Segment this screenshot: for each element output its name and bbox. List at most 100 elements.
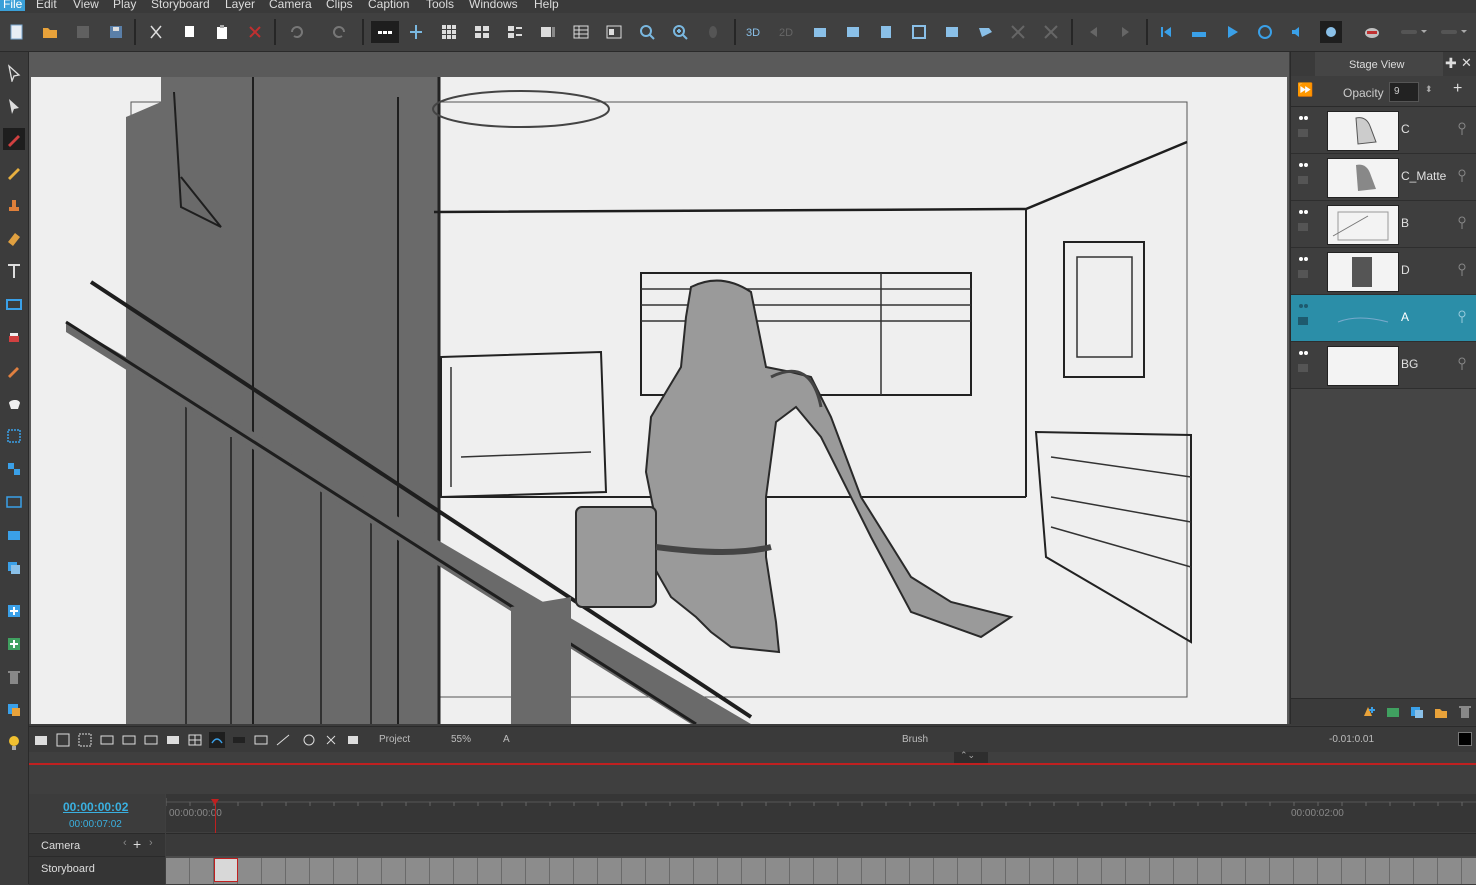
add-panel-after-icon[interactable] (3, 633, 25, 655)
layer-visibility-icon[interactable] (1297, 113, 1309, 147)
brush-size-icon[interactable] (1361, 21, 1383, 43)
layer-transform-icon[interactable] (3, 458, 25, 480)
current-timecode[interactable]: 00:00:00:02 (63, 800, 128, 814)
lock-icon[interactable] (1457, 122, 1467, 136)
zoom-level[interactable]: 55% (451, 734, 471, 745)
previous-frame-icon[interactable] (1188, 21, 1210, 43)
hand-tool-icon[interactable] (3, 392, 25, 414)
flip-vertical-icon[interactable] (1040, 21, 1062, 43)
menu-help[interactable]: Help (534, 0, 559, 11)
stamp-tool-icon[interactable] (3, 194, 25, 216)
menu-storyboard[interactable]: Storyboard (151, 0, 210, 11)
next-panel-icon[interactable] (1115, 21, 1137, 43)
reset-pan-icon[interactable] (99, 732, 115, 748)
collapse-panel-icon[interactable]: ⏩ (1297, 82, 1313, 98)
stage-canvas[interactable] (31, 77, 1287, 724)
dropper-tool-icon[interactable] (3, 359, 25, 381)
safe-area-icon[interactable] (143, 732, 159, 748)
layer-row[interactable]: A (1291, 295, 1476, 342)
lock-icon[interactable] (1457, 357, 1467, 371)
layer-row[interactable]: BG (1291, 342, 1476, 389)
trash-icon[interactable] (3, 666, 25, 688)
layer-row[interactable]: C (1291, 107, 1476, 154)
selected-panel-clip[interactable] (214, 858, 238, 882)
timeline-ruler[interactable]: 00:00:00:00 00:00:02:00 (166, 794, 1476, 832)
flip-view-icon[interactable] (323, 732, 339, 748)
add-layer-icon[interactable]: + (1453, 80, 1462, 98)
camera-keyframe-icon[interactable] (974, 21, 996, 43)
layer-row[interactable]: B (1291, 201, 1476, 248)
save-as-icon[interactable] (105, 21, 127, 43)
play-icon[interactable] (1221, 21, 1243, 43)
lock-icon[interactable] (1457, 169, 1467, 183)
four-panel-icon[interactable] (471, 21, 493, 43)
menu-camera[interactable]: Camera (269, 0, 312, 11)
sound-icon[interactable] (1287, 21, 1309, 43)
timeline-view-icon[interactable] (405, 21, 427, 43)
duplicate-panel-icon[interactable] (3, 699, 25, 721)
rotate-view-icon[interactable] (301, 732, 317, 748)
copy-icon[interactable] (178, 21, 200, 43)
camera-track-lane[interactable] (166, 833, 1476, 856)
thumbnail-view-icon[interactable] (371, 21, 399, 43)
playback-camera-icon[interactable] (1320, 21, 1342, 43)
menu-tools[interactable]: Tools (426, 0, 454, 11)
cut-icon[interactable] (145, 21, 167, 43)
2d-icon[interactable]: 2D (776, 21, 798, 43)
menu-windows[interactable]: Windows (469, 0, 518, 11)
delete-icon[interactable] (244, 21, 266, 43)
timecode-toggle-icon[interactable] (231, 732, 247, 748)
menu-view[interactable]: View (73, 0, 99, 11)
layer-visibility-icon[interactable] (1297, 207, 1309, 241)
menu-play[interactable]: Play (113, 0, 136, 11)
reset-rotation-icon[interactable] (77, 732, 93, 748)
table-grid-icon[interactable] (187, 732, 203, 748)
lock-icon[interactable] (1457, 263, 1467, 277)
redo-icon[interactable] (328, 21, 350, 43)
zoom-camera-icon[interactable] (908, 21, 930, 43)
text-tool-icon[interactable] (3, 260, 25, 282)
zoom-out-icon[interactable] (636, 21, 658, 43)
brush-tool-icon[interactable] (3, 128, 25, 150)
opacity-input[interactable]: 9 (1389, 82, 1419, 102)
camera-mask-icon[interactable] (209, 732, 225, 748)
menu-caption[interactable]: Caption (368, 0, 409, 11)
lock-icon[interactable] (1457, 310, 1467, 324)
grid-view-icon[interactable] (438, 21, 460, 43)
panel-tab[interactable]: Stage View (1315, 52, 1443, 76)
previous-panel-icon[interactable] (1082, 21, 1104, 43)
flip-horizontal-icon[interactable] (1007, 21, 1029, 43)
contour-editor-icon[interactable] (3, 95, 25, 117)
reset-zoom-icon[interactable] (55, 732, 71, 748)
storyboard-track-lane[interactable] (166, 856, 1476, 884)
close-panel-icon[interactable]: ✕ (1461, 55, 1472, 71)
layer-visibility-icon[interactable] (1297, 160, 1309, 194)
group-layers-icon[interactable] (1433, 704, 1449, 723)
duplicate-layer-icon[interactable] (1409, 704, 1425, 723)
color-swatch[interactable] (1458, 732, 1472, 746)
menu-edit[interactable]: Edit (36, 0, 57, 11)
menu-layer[interactable]: Layer (225, 0, 255, 11)
collapse-left-icon[interactable]: ‹ (123, 837, 127, 849)
add-bitmap-layer-icon[interactable] (1385, 704, 1401, 723)
curve-icon[interactable] (275, 732, 291, 748)
caption-view-icon[interactable] (603, 21, 625, 43)
paste-icon[interactable] (211, 21, 233, 43)
add-view-icon[interactable]: ✚ (1445, 55, 1457, 72)
transform-tool-icon[interactable] (3, 425, 25, 447)
add-keyframe-icon[interactable]: + (133, 836, 141, 852)
add-vector-layer-icon[interactable] (1361, 704, 1377, 723)
3d-icon[interactable]: 3D (743, 21, 765, 43)
pan-camera-icon[interactable] (875, 21, 897, 43)
onion-skin-icon[interactable] (702, 21, 724, 43)
static-camera-icon[interactable] (3, 524, 25, 546)
layer-row[interactable]: D (1291, 248, 1476, 295)
paint-tool-icon[interactable] (3, 326, 25, 348)
tip-bulb-icon[interactable] (3, 732, 25, 754)
first-frame-icon[interactable] (1155, 21, 1177, 43)
new-panel-icon[interactable] (3, 600, 25, 622)
overview-icon[interactable] (570, 21, 592, 43)
view-mode-label[interactable]: Project (379, 734, 410, 745)
undo-icon[interactable] (286, 21, 308, 43)
caption-toggle-icon[interactable] (165, 732, 181, 748)
